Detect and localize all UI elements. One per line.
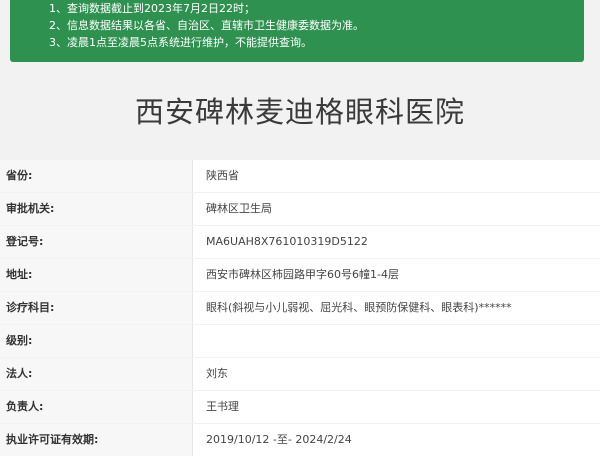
hospital-info-page: 1、查询数据截止到2023年7月2日22时； 2、信息数据结果以各省、自治区、直… xyxy=(0,0,600,456)
detail-label: 级别: xyxy=(0,325,193,357)
notice-line: 2、信息数据结果以各省、自治区、直辖市卫生健康委数据为准。 xyxy=(49,19,364,32)
detail-label: 登记号: xyxy=(0,226,193,258)
notice-line: 1、查询数据截止到2023年7月2日22时； xyxy=(49,2,255,15)
detail-row-license-validity: 执业许可证有效期: 2019/10/12 -至- 2024/2/24 xyxy=(0,424,600,456)
hospital-details-table: 省份: 陕西省 审批机关: 碑林区卫生局 登记号: MA6UAH8X761010… xyxy=(0,160,600,456)
detail-value: MA6UAH8X761010319D5122 xyxy=(193,226,600,258)
detail-value: 眼科(斜视与小儿弱视、屈光科、眼预防保健科、眼表科)****** xyxy=(193,292,600,324)
hospital-name-title: 西安碑林麦迪格眼科医院 xyxy=(134,95,465,129)
detail-label: 执业许可证有效期: xyxy=(0,424,193,456)
detail-value xyxy=(193,325,600,357)
detail-value: 王书理 xyxy=(193,391,600,423)
notice-banner: 1、查询数据截止到2023年7月2日22时； 2、信息数据结果以各省、自治区、直… xyxy=(10,0,584,62)
detail-row-approval-authority: 审批机关: 碑林区卫生局 xyxy=(0,193,600,226)
detail-row-person-in-charge: 负责人: 王书理 xyxy=(0,391,600,424)
detail-row-province: 省份: 陕西省 xyxy=(0,160,600,193)
detail-row-registration-number: 登记号: MA6UAH8X761010319D5122 xyxy=(0,226,600,259)
detail-row-legal-person: 法人: 刘东 xyxy=(0,358,600,391)
detail-label: 省份: xyxy=(0,160,193,192)
notice-line: 3、凌晨1点至凌晨5点系统进行维护，不能提供查询。 xyxy=(49,36,312,49)
detail-value: 2019/10/12 -至- 2024/2/24 xyxy=(193,424,600,456)
detail-row-address: 地址: 西安市碑林区柿园路甲字60号6幢1-4层 xyxy=(0,259,600,292)
detail-label: 地址: xyxy=(0,259,193,291)
detail-row-level: 级别: xyxy=(0,325,600,358)
detail-value: 陕西省 xyxy=(193,160,600,192)
detail-label: 诊疗科目: xyxy=(0,292,193,324)
detail-value: 西安市碑林区柿园路甲字60号6幢1-4层 xyxy=(193,259,600,291)
detail-label: 审批机关: xyxy=(0,193,193,225)
detail-label: 负责人: xyxy=(0,391,193,423)
detail-row-departments: 诊疗科目: 眼科(斜视与小儿弱视、屈光科、眼预防保健科、眼表科)****** xyxy=(0,292,600,325)
detail-label: 法人: xyxy=(0,358,193,390)
detail-value: 刘东 xyxy=(193,358,600,390)
detail-value: 碑林区卫生局 xyxy=(193,193,600,225)
